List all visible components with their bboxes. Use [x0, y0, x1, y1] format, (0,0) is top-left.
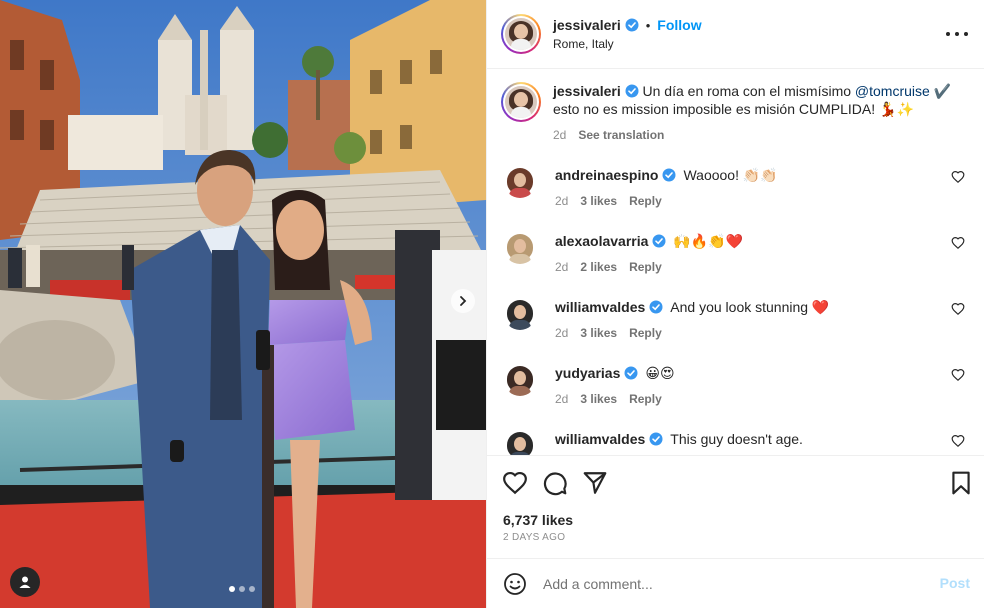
caption-mention-link[interactable]: @tomcruise	[855, 83, 930, 99]
author-avatar[interactable]	[501, 14, 541, 54]
header-separator: •	[645, 17, 651, 33]
comment-item: andreinaespino Waoooo! 👏🏻👏🏻 2d 3 likes R…	[501, 166, 971, 208]
reply-button[interactable]: Reply	[629, 326, 662, 340]
comment-likes[interactable]: 3 likes	[580, 392, 617, 406]
bookmark-icon[interactable]	[948, 470, 974, 496]
heart-icon[interactable]	[951, 170, 965, 184]
caption-time: 2d	[553, 128, 567, 142]
comment-icon[interactable]	[542, 470, 568, 496]
post-photo[interactable]	[0, 0, 486, 608]
comment-item: williamvaldes This guy doesn't age.	[501, 430, 971, 455]
post-caption: jessivaleri Un día en roma con el mismís…	[501, 82, 971, 142]
heart-icon[interactable]	[951, 368, 965, 382]
commenter-username[interactable]: yudyarias	[555, 364, 620, 382]
comment-item: alexaolavarria 🙌🔥👏❤️ 2d 2 likes Reply	[501, 232, 971, 274]
reply-button[interactable]: Reply	[629, 392, 662, 406]
commenter-avatar[interactable]	[504, 298, 536, 330]
verified-badge-icon	[625, 18, 639, 32]
commenter-username[interactable]: williamvaldes	[555, 430, 645, 448]
share-icon[interactable]	[582, 470, 608, 496]
verified-badge-icon	[649, 300, 663, 314]
caption-text: jessivaleri Un día en roma con el mismís…	[553, 82, 968, 118]
likes-count[interactable]: 6,737 likes	[503, 512, 573, 528]
instagram-post: jessivaleri • Follow Rome, Italy jessiva…	[0, 0, 984, 608]
carousel-next-button[interactable]	[451, 289, 475, 313]
follow-button[interactable]: Follow	[657, 17, 701, 33]
post-header: jessivaleri • Follow Rome, Italy	[487, 0, 984, 69]
post-comment-button[interactable]: Post	[940, 575, 970, 591]
verified-badge-icon	[662, 168, 676, 182]
comment-text: 🙌🔥👏❤️	[673, 233, 744, 249]
more-options-icon[interactable]	[946, 24, 968, 44]
verified-badge-icon	[649, 432, 663, 446]
author-username[interactable]: jessivaleri	[553, 17, 621, 33]
verified-badge-icon	[652, 234, 666, 248]
caption-body-start: Un día en roma con el mismísimo	[642, 83, 855, 99]
post-location[interactable]: Rome, Italy	[553, 37, 702, 51]
comments-list[interactable]: jessivaleri Un día en roma con el mismís…	[487, 69, 984, 455]
comment-text: This guy doesn't age.	[670, 431, 803, 447]
comment-likes[interactable]: 2 likes	[580, 260, 617, 274]
verified-badge-icon	[624, 366, 638, 380]
comment-text: 😀😍	[645, 365, 675, 381]
comment-time: 2d	[555, 326, 569, 340]
comment-item: yudyarias 😀😍 2d 3 likes Reply	[501, 364, 971, 406]
reply-button[interactable]: Reply	[629, 194, 662, 208]
commenter-avatar[interactable]	[504, 364, 536, 396]
commenter-username[interactable]: andreinaespino	[555, 166, 658, 184]
comment-time: 2d	[555, 392, 569, 406]
caption-avatar[interactable]	[501, 82, 541, 122]
reply-button[interactable]: Reply	[629, 260, 662, 274]
comment-item: williamvaldes And you look stunning ❤️ 2…	[501, 298, 971, 340]
commenter-avatar[interactable]	[504, 166, 536, 198]
commenter-username[interactable]: williamvaldes	[555, 298, 645, 316]
caption-username[interactable]: jessivaleri	[553, 83, 621, 99]
photo-scene	[0, 0, 486, 608]
comment-time: 2d	[555, 260, 569, 274]
add-comment-bar: Post	[487, 558, 984, 608]
see-translation-button[interactable]: See translation	[578, 128, 664, 142]
heart-icon[interactable]	[951, 434, 965, 448]
comment-input[interactable]	[543, 573, 913, 595]
comment-time: 2d	[555, 194, 569, 208]
like-heart-icon[interactable]	[502, 470, 528, 496]
post-actions: 6,737 likes 2 DAYS AGO	[487, 455, 984, 558]
carousel-indicator	[229, 586, 255, 592]
verified-badge-icon	[625, 84, 639, 98]
chevron-right-icon	[460, 296, 467, 306]
carousel-dot	[249, 586, 255, 592]
comment-text: Waoooo! 👏🏻👏🏻	[683, 167, 778, 183]
post-date: 2 DAYS AGO	[503, 532, 566, 543]
commenter-username[interactable]: alexaolavarria	[555, 232, 648, 250]
commenter-avatar[interactable]	[504, 232, 536, 264]
emoji-icon[interactable]	[503, 572, 527, 596]
user-tag-icon	[19, 576, 31, 588]
heart-icon[interactable]	[951, 236, 965, 250]
commenter-avatar[interactable]	[504, 430, 536, 455]
carousel-dot	[239, 586, 245, 592]
user-tag-button[interactable]	[10, 567, 40, 597]
post-side-panel: jessivaleri • Follow Rome, Italy jessiva…	[486, 0, 984, 608]
comment-likes[interactable]: 3 likes	[580, 326, 617, 340]
comment-likes[interactable]: 3 likes	[580, 194, 617, 208]
heart-icon[interactable]	[951, 302, 965, 316]
carousel-dot	[229, 586, 235, 592]
comment-text: And you look stunning ❤️	[670, 299, 830, 315]
